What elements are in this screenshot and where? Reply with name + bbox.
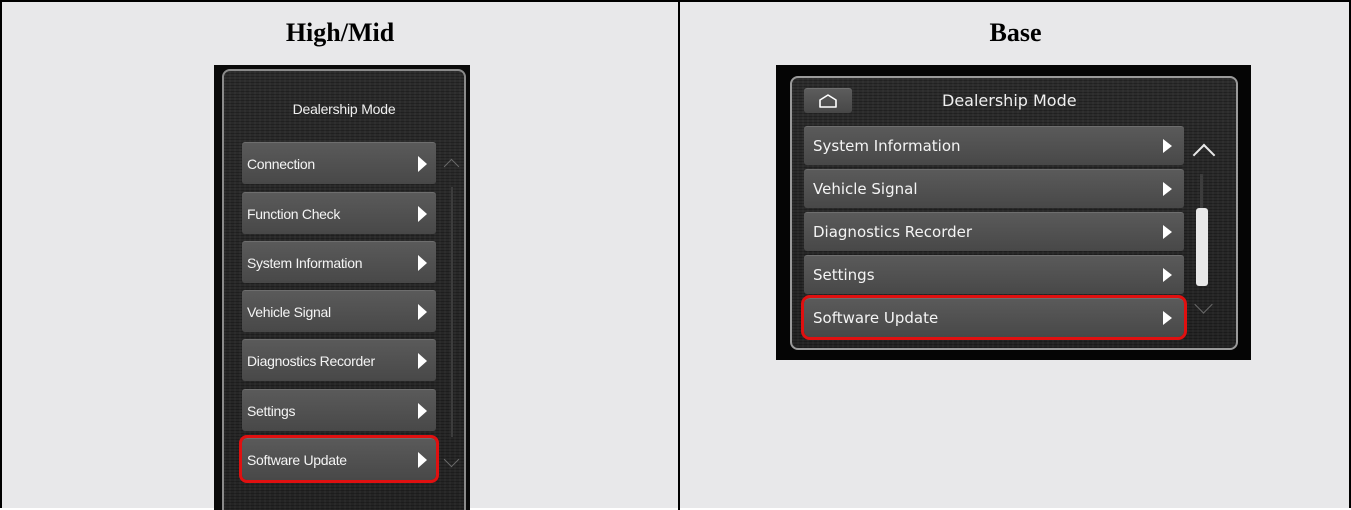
play-arrow-icon xyxy=(1163,139,1172,153)
menu-item-system-information[interactable]: System Information xyxy=(242,241,436,283)
scrollbar-thumb[interactable] xyxy=(1196,208,1208,286)
menu-item-system-information[interactable]: System Information xyxy=(804,126,1184,165)
menu-item-software-update[interactable]: Software Update xyxy=(239,435,439,483)
high-mid-header: High/Mid xyxy=(285,18,395,47)
high-mid-column: High/Mid Dealership Mode Connection Func… xyxy=(2,2,680,510)
menu-item-label: Software Update xyxy=(813,309,939,327)
menu-item-settings[interactable]: Settings xyxy=(804,255,1184,294)
menu-item-vehicle-signal[interactable]: Vehicle Signal xyxy=(804,169,1184,208)
base-screenshot: Dealership Mode System Information Vehic… xyxy=(776,65,1251,360)
menu-item-label: Function Check xyxy=(247,206,341,222)
play-arrow-icon xyxy=(1163,225,1172,239)
base-screen-title: Dealership Mode xyxy=(942,91,1077,110)
scrollbar-track[interactable] xyxy=(451,187,453,437)
base-header: Base xyxy=(989,18,1042,47)
menu-item-diagnostics-recorder[interactable]: Diagnostics Recorder xyxy=(242,339,436,381)
scroll-down-icon[interactable] xyxy=(443,451,460,468)
menu-item-label: Settings xyxy=(247,403,296,419)
menu-item-diagnostics-recorder[interactable]: Diagnostics Recorder xyxy=(804,212,1184,251)
menu-item-software-update[interactable]: Software Update xyxy=(801,295,1187,340)
scroll-up-icon[interactable] xyxy=(1192,143,1216,167)
play-arrow-icon xyxy=(1163,311,1172,325)
high-mid-screenshot: Dealership Mode Connection Function Chec… xyxy=(214,65,470,510)
play-arrow-icon xyxy=(1163,182,1172,196)
menu-item-connection[interactable]: Connection xyxy=(242,142,436,184)
comparison-table: High/Mid Dealership Mode Connection Func… xyxy=(0,0,1351,510)
home-icon xyxy=(819,94,837,108)
play-arrow-icon xyxy=(418,403,427,419)
menu-item-function-check[interactable]: Function Check xyxy=(242,192,436,234)
menu-item-label: Software Update xyxy=(247,452,347,468)
menu-item-label: Diagnostics Recorder xyxy=(247,353,375,369)
high-mid-screen-frame: Dealership Mode Connection Function Chec… xyxy=(222,69,466,510)
play-arrow-icon xyxy=(418,353,427,369)
menu-item-label: Connection xyxy=(247,156,315,172)
menu-item-label: Diagnostics Recorder xyxy=(813,223,973,241)
menu-item-settings[interactable]: Settings xyxy=(242,389,436,431)
base-column: Base Dealership Mode System Information … xyxy=(680,2,1351,510)
play-arrow-icon xyxy=(418,452,427,468)
play-arrow-icon xyxy=(1163,268,1172,282)
menu-item-label: System Information xyxy=(813,137,961,155)
high-mid-screen-title: Dealership Mode xyxy=(292,101,396,117)
scroll-up-icon[interactable] xyxy=(443,158,460,175)
menu-item-label: Settings xyxy=(813,266,875,284)
menu-item-vehicle-signal[interactable]: Vehicle Signal xyxy=(242,290,436,332)
play-arrow-icon xyxy=(418,255,427,271)
base-screen-frame: Dealership Mode System Information Vehic… xyxy=(790,76,1238,350)
home-button[interactable] xyxy=(804,88,852,113)
play-arrow-icon xyxy=(418,206,427,222)
play-arrow-icon xyxy=(418,156,427,172)
menu-item-label: System Information xyxy=(247,255,363,271)
menu-item-label: Vehicle Signal xyxy=(813,180,918,198)
play-arrow-icon xyxy=(418,304,427,320)
menu-item-label: Vehicle Signal xyxy=(247,304,331,320)
scroll-down-icon[interactable] xyxy=(1194,295,1213,314)
